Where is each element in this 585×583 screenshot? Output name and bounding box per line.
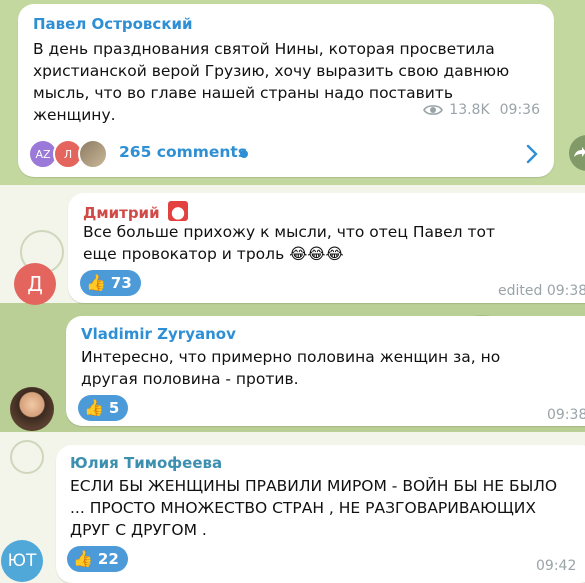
comment-text: Все больше прихожу к мысли, что отец Пав… bbox=[83, 223, 496, 263]
comment-author[interactable]: Дмитрий bbox=[83, 201, 188, 222]
unread-dot-icon bbox=[240, 150, 248, 158]
wallpaper-doodle bbox=[10, 440, 44, 474]
comments-button[interactable]: AZ Л 265 comments bbox=[18, 136, 548, 172]
comment-bubble: Vladimir Zyryanov Интересно, что примерн… bbox=[66, 316, 585, 426]
thumbs-up-icon: 👍 bbox=[73, 549, 93, 568]
post-views: 13.8K bbox=[449, 102, 490, 118]
thumbs-up-icon: 👍 bbox=[84, 398, 104, 417]
comment-time: edited 09:38 bbox=[498, 283, 585, 299]
comment-text: ЕСЛИ БЫ ЖЕНЩИНЫ ПРАВИЛИ МИРОМ - ВОЙН БЫ … bbox=[70, 477, 558, 539]
post-meta: 13.8K 09:36 bbox=[423, 102, 540, 118]
comment-time: 09:38 bbox=[547, 407, 585, 423]
reaction-count: 5 bbox=[108, 399, 120, 417]
chevron-right-icon[interactable] bbox=[525, 144, 539, 164]
santa-emoji-badge bbox=[167, 201, 188, 221]
post-time: 09:36 bbox=[499, 102, 540, 118]
comment-time: 09:42 bbox=[536, 558, 577, 574]
eye-icon bbox=[423, 105, 444, 115]
reaction-count: 73 bbox=[110, 274, 132, 292]
comment-author[interactable]: Юлия Тимофеева bbox=[70, 454, 222, 472]
comments-count-label[interactable]: 265 comments bbox=[119, 143, 247, 161]
comment-author[interactable]: Vladimir Zyryanov bbox=[81, 325, 236, 343]
reaction-button[interactable]: 👍 5 bbox=[78, 395, 129, 421]
comment-bubble: Дмитрий Все больше прихожу к мысли, что … bbox=[68, 193, 585, 303]
forward-icon bbox=[574, 147, 585, 157]
thumbs-up-icon: 👍 bbox=[86, 273, 106, 292]
comment-bubble: Юлия Тимофеева ЕСЛИ БЫ ЖЕНЩИНЫ ПРАВИЛИ М… bbox=[56, 445, 585, 583]
commenter-avatar bbox=[78, 139, 108, 169]
reaction-count: 22 bbox=[97, 550, 119, 568]
comment-text: Интересно, что примерно половина женщин … bbox=[81, 348, 501, 388]
avatar[interactable]: Д bbox=[14, 263, 56, 305]
post-author[interactable]: Павел Островский bbox=[33, 15, 193, 33]
avatar[interactable] bbox=[10, 387, 54, 431]
avatar[interactable]: ЮТ bbox=[1, 540, 43, 582]
reaction-button[interactable]: 👍 73 bbox=[80, 270, 141, 296]
reaction-button[interactable]: 👍 22 bbox=[67, 546, 128, 572]
